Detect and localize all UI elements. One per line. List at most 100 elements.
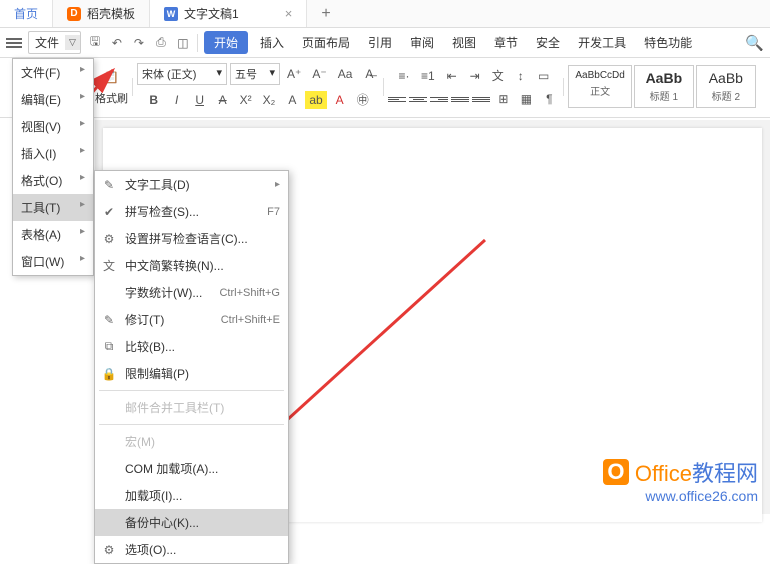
menu-sections[interactable]: 章节 [488, 32, 524, 53]
borders-icon[interactable]: ▦ [516, 90, 536, 108]
menu-label: 拼写检查(S)... [125, 203, 259, 220]
submenu-arrow-icon: ▸ [80, 253, 85, 270]
file-dropdown[interactable]: 文件 ▽ [28, 31, 81, 54]
menu-label: 限制编辑(P) [125, 365, 280, 382]
style-heading1[interactable]: AaBb 标题 1 [634, 65, 694, 108]
align-left-icon[interactable] [388, 92, 406, 106]
align-center-icon[interactable] [409, 92, 427, 106]
grow-font-icon[interactable]: A⁺ [283, 65, 305, 83]
increase-indent-icon[interactable]: ⇥ [465, 67, 485, 85]
menu-label: 修订(T) [125, 311, 213, 328]
print-icon[interactable]: ⎙ [153, 35, 169, 51]
print-preview-icon[interactable]: ◫ [175, 35, 191, 51]
close-icon[interactable]: × [285, 6, 293, 21]
tab-document[interactable]: W 文字文稿1 × [150, 0, 307, 27]
tab-home[interactable]: 首页 [0, 0, 53, 27]
shrink-font-icon[interactable]: A⁻ [308, 65, 330, 83]
tools-track-changes[interactable]: ✎修订(T)Ctrl+Shift+E [95, 306, 288, 333]
align-justify-icon[interactable] [451, 92, 469, 106]
tab-stops-icon[interactable]: ⊞ [493, 90, 513, 108]
font-size-select[interactable]: 五号▾ [230, 63, 280, 85]
underline-button[interactable]: U [190, 91, 210, 109]
text-direction-icon[interactable]: 文 [488, 65, 508, 86]
menu-page-layout[interactable]: 页面布局 [296, 32, 356, 53]
redo-icon[interactable]: ↷ [131, 35, 147, 51]
revise-icon: ✎ [101, 312, 117, 328]
italic-button[interactable]: I [167, 91, 187, 109]
lock-icon: 🔒 [101, 366, 117, 382]
paste-icon[interactable]: 📋 [100, 68, 123, 86]
tools-spell-check[interactable]: ✔拼写检查(S)...F7 [95, 198, 288, 225]
align-right-icon[interactable] [430, 92, 448, 106]
file-menu-tools[interactable]: 工具(T)▸ [13, 194, 93, 221]
tools-spell-language[interactable]: ⚙设置拼写检查语言(C)... [95, 225, 288, 252]
style-heading2[interactable]: AaBb 标题 2 [696, 65, 756, 108]
new-tab-button[interactable]: + [307, 5, 344, 23]
tools-restrict-editing[interactable]: 🔒 限制编辑(P) [95, 360, 288, 387]
line-spacing-icon[interactable]: ↕ [511, 67, 531, 85]
format-painter-label[interactable]: 格式刷 [95, 90, 128, 106]
font-size-value: 五号 [235, 66, 257, 82]
menu-insert[interactable]: 插入 [254, 32, 290, 53]
tools-com-addins[interactable]: COM 加载项(A)... [95, 455, 288, 482]
font-color-button[interactable]: A [330, 91, 350, 109]
file-menu-insert[interactable]: 插入(I)▸ [13, 140, 93, 167]
menu-references[interactable]: 引用 [362, 32, 398, 53]
text-effects-icon[interactable]: A [282, 91, 302, 109]
menu-special[interactable]: 特色功能 [638, 32, 698, 53]
style-normal[interactable]: AaBbCcDd 正文 [568, 65, 631, 108]
tools-text-tools[interactable]: ✎文字工具(D)▸ [95, 171, 288, 198]
menu-security[interactable]: 安全 [530, 32, 566, 53]
subscript-button[interactable]: X₂ [259, 91, 280, 109]
document-tab-bar: 首页 D 稻壳模板 W 文字文稿1 × + [0, 0, 770, 28]
file-menu-view[interactable]: 视图(V)▸ [13, 113, 93, 140]
file-menu-window[interactable]: 窗口(W)▸ [13, 248, 93, 275]
align-distributed-icon[interactable] [472, 92, 490, 106]
font-name-select[interactable]: 宋体 (正文)▾ [137, 63, 227, 85]
watermark-text-b: 教程网 [692, 461, 758, 486]
phonetic-guide-icon[interactable]: ㊥ [353, 89, 373, 110]
numbering-icon[interactable]: ≡1 [417, 67, 439, 85]
tools-addins[interactable]: 加载项(I)... [95, 482, 288, 509]
menu-start[interactable]: 开始 [204, 31, 248, 54]
file-menu-table[interactable]: 表格(A)▸ [13, 221, 93, 248]
tab-docer[interactable]: D 稻壳模板 [53, 0, 150, 27]
submenu-arrow-icon: ▸ [80, 91, 85, 108]
styles-gallery: AaBbCcDd 正文 AaBb 标题 1 AaBb 标题 2 [568, 65, 755, 108]
save-icon[interactable]: 🖫 [87, 35, 103, 51]
hamburger-icon[interactable] [6, 38, 22, 48]
change-case-icon[interactable]: Aa [334, 65, 357, 83]
menu-label: 选项(O)... [125, 541, 280, 558]
submenu-arrow-icon: ▸ [80, 118, 85, 135]
wordcount-icon [101, 285, 117, 301]
undo-icon[interactable]: ↶ [109, 35, 125, 51]
file-menu-file[interactable]: 文件(F)▸ [13, 59, 93, 86]
strikethrough-button[interactable]: A [213, 91, 233, 109]
search-icon[interactable]: 🔍 [745, 34, 764, 52]
bold-button[interactable]: B [144, 91, 164, 109]
tools-simplified-traditional[interactable]: 文中文简繁转换(N)... [95, 252, 288, 279]
shading-icon[interactable]: ▭ [534, 67, 554, 85]
tools-backup-center[interactable]: 备份中心(K)... [95, 509, 288, 536]
menu-view[interactable]: 视图 [446, 32, 482, 53]
format-painter-group: 📋 格式刷 [95, 68, 128, 106]
tools-options[interactable]: ⚙选项(O)... [95, 536, 288, 563]
clear-format-icon[interactable]: A̶ [359, 65, 379, 83]
menu-label: 字数统计(W)... [125, 284, 211, 301]
chevron-down-icon[interactable]: ▽ [65, 35, 80, 50]
menu-label: 表格(A) [21, 226, 61, 243]
style-label: 标题 2 [703, 88, 749, 103]
menu-review[interactable]: 审阅 [404, 32, 440, 53]
superscript-button[interactable]: X² [236, 91, 256, 109]
file-menu-edit[interactable]: 编辑(E)▸ [13, 86, 93, 113]
menu-developer[interactable]: 开发工具 [572, 32, 632, 53]
file-menu-format[interactable]: 格式(O)▸ [13, 167, 93, 194]
bullets-icon[interactable]: ≡· [394, 67, 414, 85]
tools-compare[interactable]: ⧉比较(B)... [95, 333, 288, 360]
com-addin-icon [101, 461, 117, 477]
show-marks-icon[interactable]: ¶ [539, 90, 559, 108]
tools-word-count[interactable]: 字数统计(W)...Ctrl+Shift+G [95, 279, 288, 306]
highlight-button[interactable]: ab [305, 91, 326, 109]
decrease-indent-icon[interactable]: ⇤ [442, 67, 462, 85]
separator [132, 78, 133, 96]
